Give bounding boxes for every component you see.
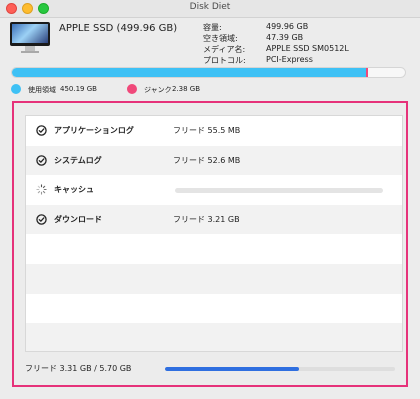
junk-legend-dot <box>127 84 137 94</box>
junk-legend-label: ジャンク <box>144 86 172 94</box>
window-title: Disk Diet <box>189 2 231 12</box>
junk-space-segment <box>365 68 368 77</box>
used-legend-value: 450.19 GB <box>60 85 97 93</box>
free-space-label: 空き領域: <box>203 34 238 43</box>
protocol-label: プロトコル: <box>203 56 246 65</box>
disk-name: APPLE SSD (499.96 GB) <box>59 23 178 34</box>
check-circle-icon <box>36 214 47 225</box>
free-space-value: 47.39 GB <box>266 33 304 42</box>
disk-usage-bar <box>11 67 406 78</box>
media-name-value: APPLE SSD SM0512L <box>266 44 349 53</box>
cleanup-items-list[interactable]: アプリケーションログ フリード 55.5 MB システムログ フリード 52.6… <box>25 115 403 352</box>
item-name: キャッシュ <box>54 185 94 195</box>
empty-row <box>26 323 402 351</box>
item-name: アプリケーションログ <box>54 126 134 135</box>
item-freed: フリード 55.5 MB <box>173 126 241 135</box>
list-item[interactable]: アプリケーションログ フリード 55.5 MB <box>26 116 402 146</box>
empty-row <box>26 234 402 264</box>
item-name: ダウンロード <box>54 214 102 224</box>
used-legend-dot <box>11 84 21 94</box>
item-freed: フリード 3.21 GB <box>173 214 240 224</box>
capacity-label: 容量: <box>203 23 222 32</box>
check-circle-icon <box>36 125 47 136</box>
item-progress-bar <box>175 188 383 194</box>
list-item[interactable]: キャッシュ <box>26 175 402 205</box>
empty-row <box>26 263 402 294</box>
item-name: システムログ <box>54 155 102 165</box>
total-freed-text: フリード 3.31 GB / 5.70 GB <box>25 364 132 373</box>
empty-row <box>26 294 402 324</box>
check-circle-icon <box>36 154 47 166</box>
used-space-segment <box>12 68 366 77</box>
item-freed: フリード 52.6 MB <box>173 155 241 165</box>
media-name-label: メディア名: <box>203 45 246 54</box>
spinner-icon <box>36 184 47 195</box>
title-bar: Disk Diet <box>0 0 420 18</box>
list-item[interactable]: システムログ フリード 52.6 MB <box>26 145 402 176</box>
list-item[interactable]: ダウンロード フリード 3.21 GB <box>26 204 402 235</box>
used-legend-label: 使用領域 <box>28 86 56 94</box>
capacity-value: 499.96 GB <box>266 22 309 31</box>
junk-legend-value: 2.38 GB <box>172 85 201 93</box>
overall-progress-fill <box>165 367 299 371</box>
imac-icon <box>10 22 50 53</box>
disk-diet-window: Disk Diet APPLE SSD (499.96 GB) 容量: 499.… <box>0 0 420 399</box>
overall-progress-bar <box>165 367 395 371</box>
protocol-value: PCI-Express <box>266 55 313 64</box>
